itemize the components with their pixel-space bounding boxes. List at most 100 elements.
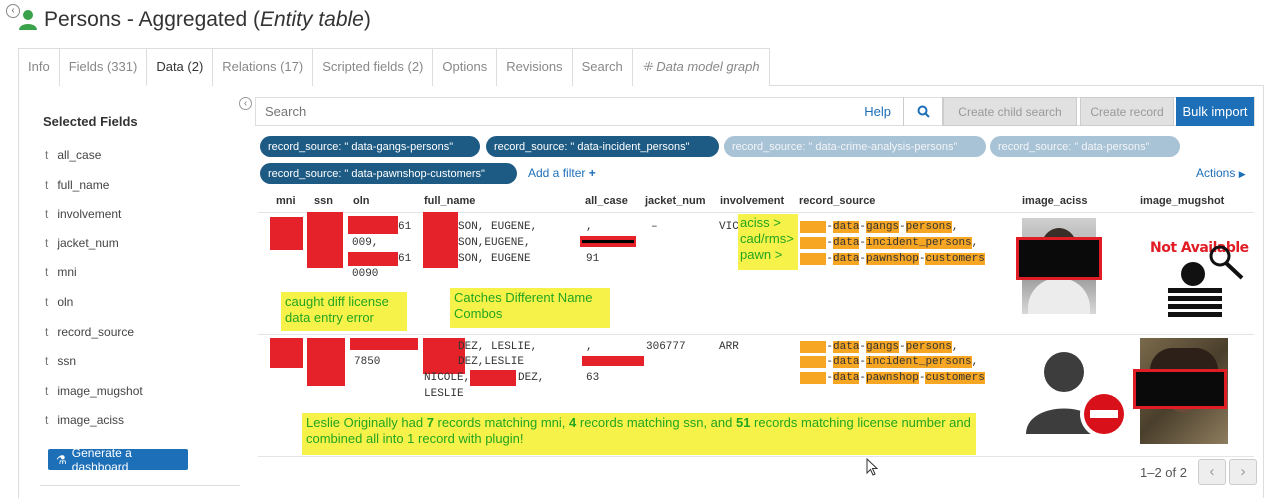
redaction	[423, 212, 458, 268]
col-full-name[interactable]: full_name	[424, 195, 475, 207]
field-label: ssn	[57, 354, 77, 368]
jacket-num-value: 306777	[646, 341, 686, 353]
col-jacket-num[interactable]: jacket_num	[645, 195, 706, 207]
field-item[interactable]: t record_source	[45, 325, 134, 339]
type-glyph: t	[45, 413, 49, 427]
add-filter-label: Add a filter	[528, 166, 586, 180]
person-icon	[19, 10, 37, 30]
create-child-search-button[interactable]: Create child search	[943, 97, 1077, 126]
search-bar: Help Create child search Create record B…	[255, 97, 1255, 126]
filter-pill[interactable]: record_source: " data-gangs-persons"	[260, 136, 480, 157]
tab-options[interactable]: Options	[432, 48, 497, 86]
full-name-value: NICOLE,	[424, 372, 471, 384]
record-source-line: -data-gangs-persons,	[800, 341, 958, 353]
record-source-line: -data-incident_persons,	[800, 356, 978, 368]
leslie-text: Leslie Originally had	[306, 415, 427, 430]
source-part: pawnshop	[866, 253, 919, 265]
tab-info[interactable]: Info	[18, 48, 59, 86]
annotation-leslie: Leslie Originally had 7 records matching…	[302, 413, 976, 455]
source-part: incident_persons	[866, 356, 972, 368]
col-involvement[interactable]: involvement	[720, 195, 784, 207]
full-name-value: LESLIE	[424, 388, 464, 400]
all-case-value: 63	[586, 372, 600, 384]
redaction-highlight	[800, 221, 827, 233]
tab-relations[interactable]: Relations (17)	[212, 48, 313, 86]
involvement-value: ARR	[719, 341, 739, 353]
generate-dashboard-label: Generate a dashboard	[71, 445, 132, 474]
filter-pill-disabled[interactable]: record_source: " data-persons"	[990, 136, 1180, 157]
field-item[interactable]: t full_name	[45, 178, 109, 192]
next-page-button[interactable]: ›	[1229, 459, 1257, 485]
search-input[interactable]	[256, 98, 853, 125]
tab-data[interactable]: Data (2)	[146, 48, 213, 86]
add-filter-link[interactable]: Add a filter +	[528, 166, 596, 180]
field-label: record_source	[57, 325, 135, 339]
actions-label: Actions	[1196, 166, 1236, 180]
redaction-highlight	[800, 341, 827, 353]
sidebar-title: Selected Fields	[43, 114, 138, 129]
graph-icon: ⁜	[641, 59, 657, 74]
tab-scripted-fields[interactable]: Scripted fields (2)	[312, 48, 433, 86]
col-record-source[interactable]: record_source	[799, 195, 875, 207]
no-image-icon	[1026, 352, 1128, 438]
tab-data-model-graph[interactable]: ⁜ Data model graph	[631, 48, 770, 86]
type-glyph: t	[45, 265, 49, 279]
redaction-box	[1133, 369, 1227, 409]
field-item[interactable]: t involvement	[45, 207, 121, 221]
field-item[interactable]: t ssn	[45, 354, 76, 368]
col-oln[interactable]: oln	[353, 195, 370, 207]
source-part: persons	[905, 221, 952, 233]
tab-search[interactable]: Search	[571, 48, 632, 86]
field-item[interactable]: t mni	[45, 265, 77, 279]
filter-pill[interactable]: record_source: " data-incident_persons"	[486, 136, 719, 157]
filter-pill[interactable]: record_source: " data-pawnshop-customers…	[260, 163, 517, 184]
tab-revisions[interactable]: Revisions	[496, 48, 572, 86]
field-item[interactable]: t image_mugshot	[45, 384, 143, 398]
redaction	[307, 338, 345, 386]
source-part: customers	[925, 253, 985, 265]
field-item[interactable]: t image_aciss	[45, 413, 124, 427]
field-item[interactable]: t jacket_num	[45, 236, 119, 250]
col-all-case[interactable]: all_case	[585, 195, 628, 207]
field-item[interactable]: t oln	[45, 295, 73, 309]
field-item[interactable]: t all_case	[45, 148, 101, 162]
leslie-count-license: 51	[735, 415, 751, 430]
record-source-line: -data-pawnshop-customers	[800, 253, 985, 265]
col-ssn[interactable]: ssn	[314, 195, 333, 207]
not-available-image: Not Available	[1140, 228, 1258, 326]
bulk-import-button[interactable]: Bulk import	[1176, 97, 1254, 126]
field-label: oln	[57, 295, 74, 309]
type-glyph: t	[45, 325, 49, 339]
source-part: data	[833, 237, 860, 249]
redaction	[270, 217, 303, 250]
generate-dashboard-button[interactable]: ⚗ Generate a dashboard	[48, 446, 188, 474]
help-link[interactable]: Help	[852, 104, 903, 119]
type-glyph: t	[45, 178, 49, 192]
source-part: gangs	[866, 341, 900, 353]
all-case-value: ,	[586, 341, 593, 353]
all-case-value: ,	[586, 221, 593, 233]
tab-bar: Info Fields (331) Data (2) Relations (17…	[18, 48, 1264, 86]
redaction	[350, 338, 418, 350]
annotation-license: caught diff license data entry error	[281, 292, 407, 331]
record-source-line: -data-pawnshop-customers	[800, 372, 985, 384]
col-image-aciss[interactable]: image_aciss	[1022, 195, 1087, 207]
actions-menu[interactable]: Actions ▶	[1196, 166, 1246, 180]
col-image-mugshot[interactable]: image_mugshot	[1140, 195, 1224, 207]
header-divider	[258, 212, 1254, 213]
source-part: incident_persons	[866, 237, 972, 249]
redaction	[270, 338, 303, 368]
filter-pill-disabled[interactable]: record_source: " data-crime-analysis-per…	[724, 136, 986, 157]
prev-page-button[interactable]: ‹	[1198, 459, 1226, 485]
leslie-text: records matching ssn, and	[576, 415, 736, 430]
row-divider	[258, 334, 1254, 335]
search-button[interactable]	[903, 97, 943, 126]
redaction-highlight	[800, 253, 827, 265]
collapse-sidebar-icon[interactable]: ‹	[239, 97, 252, 110]
annotation-names: Catches Different Name Combos	[450, 288, 610, 328]
type-glyph: t	[45, 236, 49, 250]
create-record-button[interactable]: Create record	[1080, 97, 1174, 126]
col-mni[interactable]: mni	[276, 195, 296, 207]
tab-fields[interactable]: Fields (331)	[58, 48, 147, 86]
chevron-right-icon: ›	[1240, 463, 1246, 480]
